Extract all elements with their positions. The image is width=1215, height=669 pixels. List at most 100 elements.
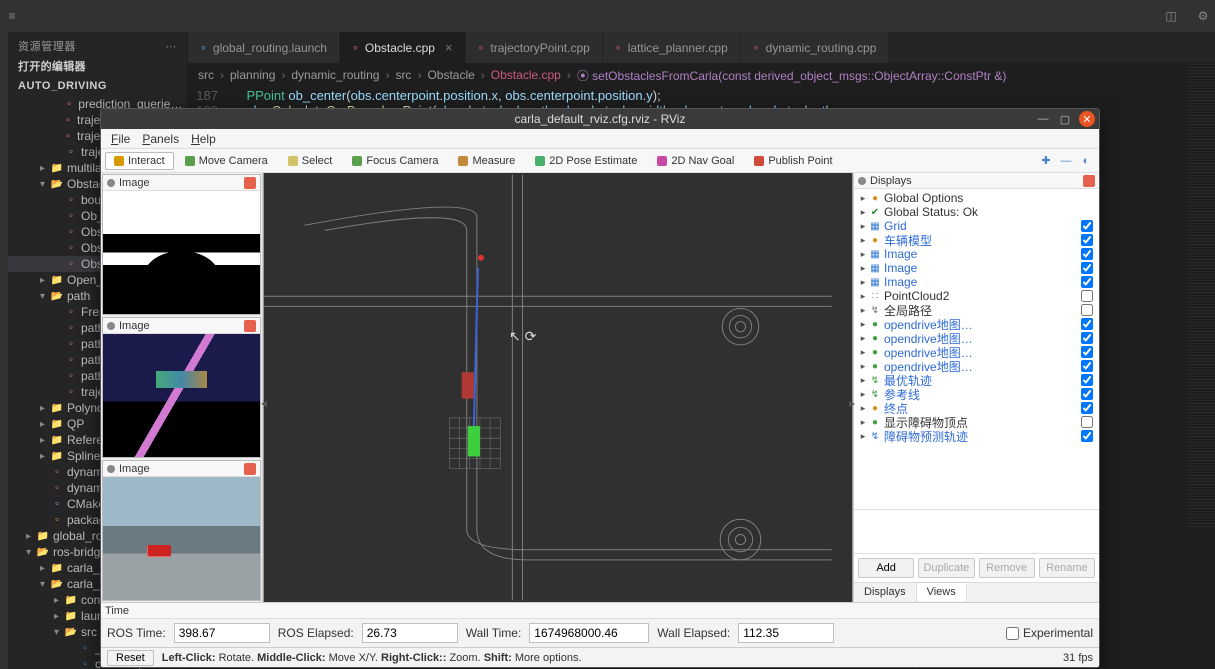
display-enable-checkbox[interactable] bbox=[1081, 402, 1095, 414]
display-item[interactable]: ▸▦Image bbox=[854, 261, 1099, 275]
breadcrumb-file[interactable]: Obstacle.cpp bbox=[491, 68, 561, 82]
display-enable-checkbox[interactable] bbox=[1081, 388, 1095, 400]
display-enable-checkbox[interactable] bbox=[1081, 332, 1095, 344]
display-enable-checkbox[interactable] bbox=[1081, 192, 1095, 204]
breadcrumb-symbol[interactable]: ⦿ setObstaclesFromCarla(const derived_ob… bbox=[577, 67, 1006, 84]
toolbar-2d-nav[interactable]: 2D Nav Goal bbox=[648, 152, 743, 170]
display-enable-checkbox[interactable] bbox=[1081, 430, 1095, 442]
display-enable-checkbox[interactable] bbox=[1081, 346, 1095, 358]
expand-icon[interactable]: ▸ bbox=[858, 389, 868, 400]
wall-time-input[interactable] bbox=[529, 623, 649, 643]
editor-tab[interactable]: ∘dynamic_routing.cpp bbox=[741, 32, 890, 63]
wall-elapsed-input[interactable] bbox=[738, 623, 834, 643]
image-viewport[interactable] bbox=[103, 477, 260, 600]
display-enable-checkbox[interactable] bbox=[1081, 290, 1095, 302]
display-enable-checkbox[interactable] bbox=[1081, 248, 1095, 260]
toolbar-move-camera[interactable]: Move Camera bbox=[176, 152, 277, 170]
settings-icon[interactable]: ⚙ bbox=[1191, 0, 1215, 32]
expand-icon[interactable]: ▸ bbox=[858, 431, 868, 442]
displays-tree[interactable]: ▸●Global Options▸✔Global Status: Ok▸▦Gri… bbox=[854, 189, 1099, 509]
display-item[interactable]: ▸●Global Options bbox=[854, 191, 1099, 205]
remove-display-icon[interactable]: — bbox=[1057, 152, 1075, 170]
display-item[interactable]: ▸●车辆模型 bbox=[854, 233, 1099, 247]
ros-time-input[interactable] bbox=[174, 623, 270, 643]
workspace-root[interactable]: AUTO_DRIVING bbox=[8, 78, 187, 96]
experimental-checkbox[interactable] bbox=[1006, 627, 1019, 640]
display-enable-checkbox[interactable] bbox=[1081, 360, 1095, 372]
panel-close-icon[interactable] bbox=[244, 177, 256, 189]
panel-grip-icon[interactable] bbox=[107, 322, 115, 330]
code-line[interactable]: PPoint ob_center(obs.centerpoint.positio… bbox=[232, 88, 661, 103]
display-item[interactable]: ▸▦Image bbox=[854, 247, 1099, 261]
breadcrumb[interactable]: src›planning›dynamic_routing›src›Obstacl… bbox=[188, 64, 1215, 86]
toolbar-publish-point[interactable]: Publish Point bbox=[745, 152, 841, 170]
display-item[interactable]: ▸↯障碍物预测轨迹 bbox=[854, 429, 1099, 443]
image-viewport[interactable] bbox=[103, 334, 260, 457]
toolbar-focus-camera[interactable]: Focus Camera bbox=[343, 152, 447, 170]
display-enable-checkbox[interactable] bbox=[1081, 220, 1095, 232]
breadcrumb-item[interactable]: Obstacle bbox=[427, 68, 474, 82]
rename-button[interactable]: Rename bbox=[1039, 558, 1095, 578]
close-button[interactable]: ✕ bbox=[1079, 111, 1095, 127]
panel-close-icon[interactable] bbox=[244, 463, 256, 475]
expand-icon[interactable]: ▸ bbox=[858, 193, 868, 204]
editor-tab[interactable]: ∘Obstacle.cpp× bbox=[340, 32, 466, 63]
toolbar-select[interactable]: Select bbox=[279, 152, 342, 170]
menu-panels[interactable]: Panels bbox=[142, 132, 179, 146]
image-viewport[interactable] bbox=[103, 191, 260, 314]
toolbar-measure[interactable]: Measure bbox=[449, 152, 524, 170]
display-enable-checkbox[interactable] bbox=[1081, 276, 1095, 288]
editor-tab[interactable]: ∘global_routing.launch bbox=[188, 32, 340, 63]
expand-icon[interactable]: ▸ bbox=[858, 417, 868, 428]
open-editors-header[interactable]: 打开的编辑器 bbox=[8, 56, 187, 78]
add-display-icon[interactable]: ✚ bbox=[1037, 152, 1055, 170]
minimize-button[interactable]: — bbox=[1035, 111, 1051, 127]
image-panel[interactable]: Image bbox=[102, 460, 261, 601]
remove-button[interactable]: Remove bbox=[979, 558, 1035, 578]
split-editor-icon[interactable]: ◫ bbox=[1159, 0, 1183, 32]
expand-icon[interactable]: ▸ bbox=[858, 319, 868, 330]
reset-button[interactable]: Reset bbox=[107, 650, 154, 666]
expand-icon[interactable]: ▸ bbox=[858, 263, 868, 274]
rviz-titlebar[interactable]: carla_default_rviz.cfg.rviz - RViz — ▢ ✕ bbox=[101, 109, 1099, 129]
breadcrumb-item[interactable]: src bbox=[198, 68, 214, 82]
editor-tab[interactable]: ∘trajectoryPoint.cpp bbox=[466, 32, 603, 63]
menu-help[interactable]: Help bbox=[191, 132, 216, 146]
maximize-button[interactable]: ▢ bbox=[1057, 111, 1073, 127]
image-panel[interactable]: Image bbox=[102, 317, 261, 458]
tab-views[interactable]: Views bbox=[917, 582, 967, 601]
expand-icon[interactable]: ▸ bbox=[858, 277, 868, 288]
display-item[interactable]: ▸✔Global Status: Ok bbox=[854, 205, 1099, 219]
display-enable-checkbox[interactable] bbox=[1081, 416, 1095, 428]
expand-icon[interactable]: ▸ bbox=[858, 221, 868, 232]
toolbar-2d-pose[interactable]: 2D Pose Estimate bbox=[526, 152, 646, 170]
display-enable-checkbox[interactable] bbox=[1081, 206, 1095, 218]
expand-icon[interactable]: ▸ bbox=[858, 361, 868, 372]
expand-icon[interactable]: ▸ bbox=[858, 305, 868, 316]
expand-icon[interactable]: ▸ bbox=[858, 375, 868, 386]
expand-icon[interactable]: ▸ bbox=[858, 333, 868, 344]
breadcrumb-item[interactable]: src bbox=[395, 68, 411, 82]
menu-file[interactable]: File bbox=[111, 132, 130, 146]
rviz-window[interactable]: carla_default_rviz.cfg.rviz - RViz — ▢ ✕… bbox=[100, 108, 1100, 668]
display-enable-checkbox[interactable] bbox=[1081, 374, 1095, 386]
panel-grip-icon[interactable] bbox=[107, 179, 115, 187]
expand-icon[interactable]: ▸ bbox=[858, 403, 868, 414]
panel-close-icon[interactable] bbox=[1083, 175, 1095, 187]
display-enable-checkbox[interactable] bbox=[1081, 318, 1095, 330]
tab-displays[interactable]: Displays bbox=[854, 583, 917, 602]
editor-tab[interactable]: ∘lattice_planner.cpp bbox=[603, 32, 741, 63]
panel-grip-icon[interactable] bbox=[858, 177, 866, 185]
panel-grip-icon[interactable] bbox=[107, 465, 115, 473]
expand-icon[interactable]: ▸ bbox=[858, 249, 868, 260]
rviz-3d-view[interactable]: ◂ ▸ bbox=[263, 173, 853, 602]
menu-icon[interactable]: ≡ bbox=[0, 0, 24, 32]
expand-icon[interactable]: ▸ bbox=[858, 291, 868, 302]
breadcrumb-item[interactable]: planning bbox=[230, 68, 275, 82]
display-item[interactable]: ▸▦Image bbox=[854, 275, 1099, 289]
display-enable-checkbox[interactable] bbox=[1081, 304, 1095, 316]
explorer-more-icon[interactable]: ⋯ bbox=[165, 40, 177, 53]
display-enable-checkbox[interactable] bbox=[1081, 262, 1095, 274]
panel-close-icon[interactable] bbox=[244, 320, 256, 332]
breadcrumb-item[interactable]: dynamic_routing bbox=[291, 68, 379, 82]
